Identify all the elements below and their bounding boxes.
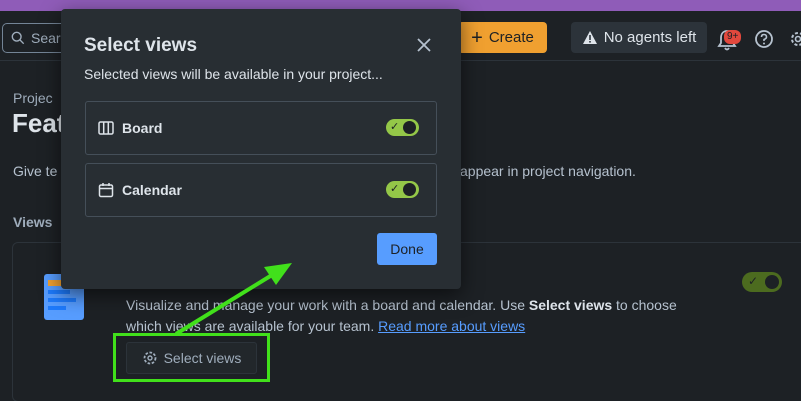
done-button[interactable]: Done <box>377 233 437 265</box>
board-toggle[interactable]: ✓ <box>386 119 419 136</box>
toggle-knob <box>403 121 416 134</box>
warning-icon <box>582 31 597 44</box>
search-icon <box>11 31 25 45</box>
view-label-calendar: Calendar <box>122 182 182 198</box>
views-feature-toggle[interactable]: ✓ <box>742 272 782 292</box>
board-icon <box>98 121 114 135</box>
agents-button[interactable]: No agents left <box>571 22 707 53</box>
check-icon: ✓ <box>390 183 400 195</box>
close-icon[interactable] <box>416 37 432 53</box>
card-desc-bold: Select views <box>528 297 613 313</box>
page-description-end: appear in project navigation. <box>460 163 636 179</box>
breadcrumb[interactable]: Projec <box>13 90 53 106</box>
views-heading: Views <box>13 214 53 230</box>
page-title: Feat <box>12 108 66 138</box>
notification-badge: 9+ <box>724 30 742 44</box>
card-description: Visualize and manage your work with a bo… <box>126 295 686 337</box>
toggle-knob <box>403 183 416 196</box>
toggle-knob <box>765 275 779 289</box>
select-views-modal: Select views Selected views will be avai… <box>61 9 461 289</box>
read-more-link[interactable]: Read more about views <box>378 318 525 334</box>
view-row-calendar: Calendar ✓ <box>85 163 437 217</box>
modal-title: Select views <box>84 35 198 56</box>
check-icon: ✓ <box>390 121 400 133</box>
page-description-start: Give te <box>13 163 58 179</box>
annotation-highlight-box <box>113 333 270 382</box>
calendar-toggle[interactable]: ✓ <box>386 181 419 198</box>
settings-gear-icon[interactable] <box>788 29 801 49</box>
calendar-icon <box>98 183 114 198</box>
view-label-board: Board <box>122 120 163 136</box>
help-icon[interactable] <box>754 29 774 49</box>
view-row-board: Board ✓ <box>85 101 437 155</box>
plus-icon: + <box>471 26 483 49</box>
search-placeholder: Sear <box>31 30 61 46</box>
create-label: Create <box>488 29 534 46</box>
check-icon: ✓ <box>748 274 759 288</box>
agents-label: No agents left <box>603 29 697 46</box>
modal-subtitle: Selected views will be available in your… <box>84 66 383 82</box>
card-desc-text-1: Visualize and manage your work with a bo… <box>126 297 529 313</box>
create-button[interactable]: + Create <box>458 22 547 53</box>
